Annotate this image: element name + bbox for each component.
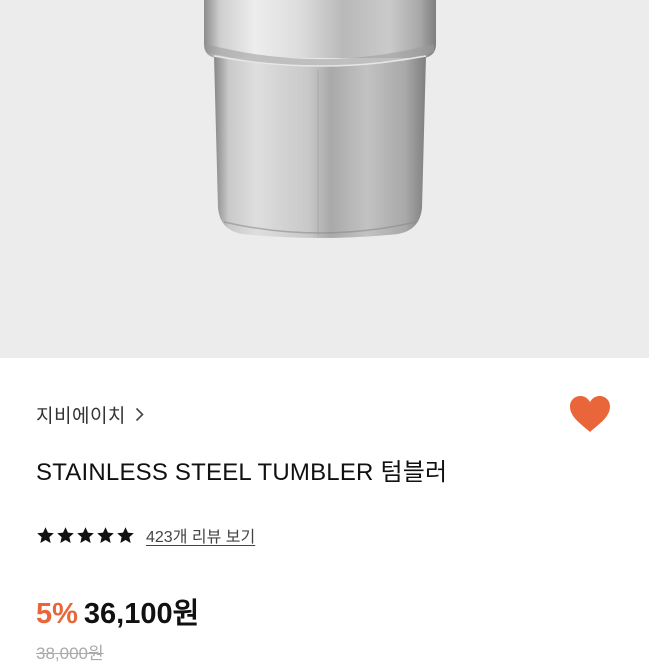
- review-link[interactable]: 423개 리뷰 보기: [146, 523, 255, 547]
- star-icon: [96, 526, 115, 545]
- star-rating: [36, 526, 136, 545]
- product-info: 지비에이치 STAINLESS STEEL TUMBLER 텀블러 423개 리…: [0, 358, 649, 663]
- wishlist-button[interactable]: [566, 392, 614, 440]
- original-price: 38,000원: [36, 644, 104, 663]
- rating-row: 423개 리뷰 보기: [36, 523, 255, 547]
- brand-link[interactable]: 지비에이치: [36, 402, 144, 427]
- chevron-right-icon: [135, 407, 144, 422]
- price-row: 5% 36,100원: [36, 590, 199, 630]
- discount-rate: 5%: [36, 598, 78, 630]
- product-title: STAINLESS STEEL TUMBLER 텀블러: [36, 459, 448, 486]
- product-image[interactable]: [0, 0, 649, 358]
- brand-name: 지비에이치: [36, 405, 126, 427]
- star-icon: [76, 526, 95, 545]
- tumbler-image: [204, 0, 436, 238]
- star-icon: [116, 526, 135, 545]
- star-icon: [56, 526, 75, 545]
- heart-icon: [569, 395, 611, 438]
- sale-price: 36,100원: [83, 598, 200, 630]
- star-icon: [36, 526, 55, 545]
